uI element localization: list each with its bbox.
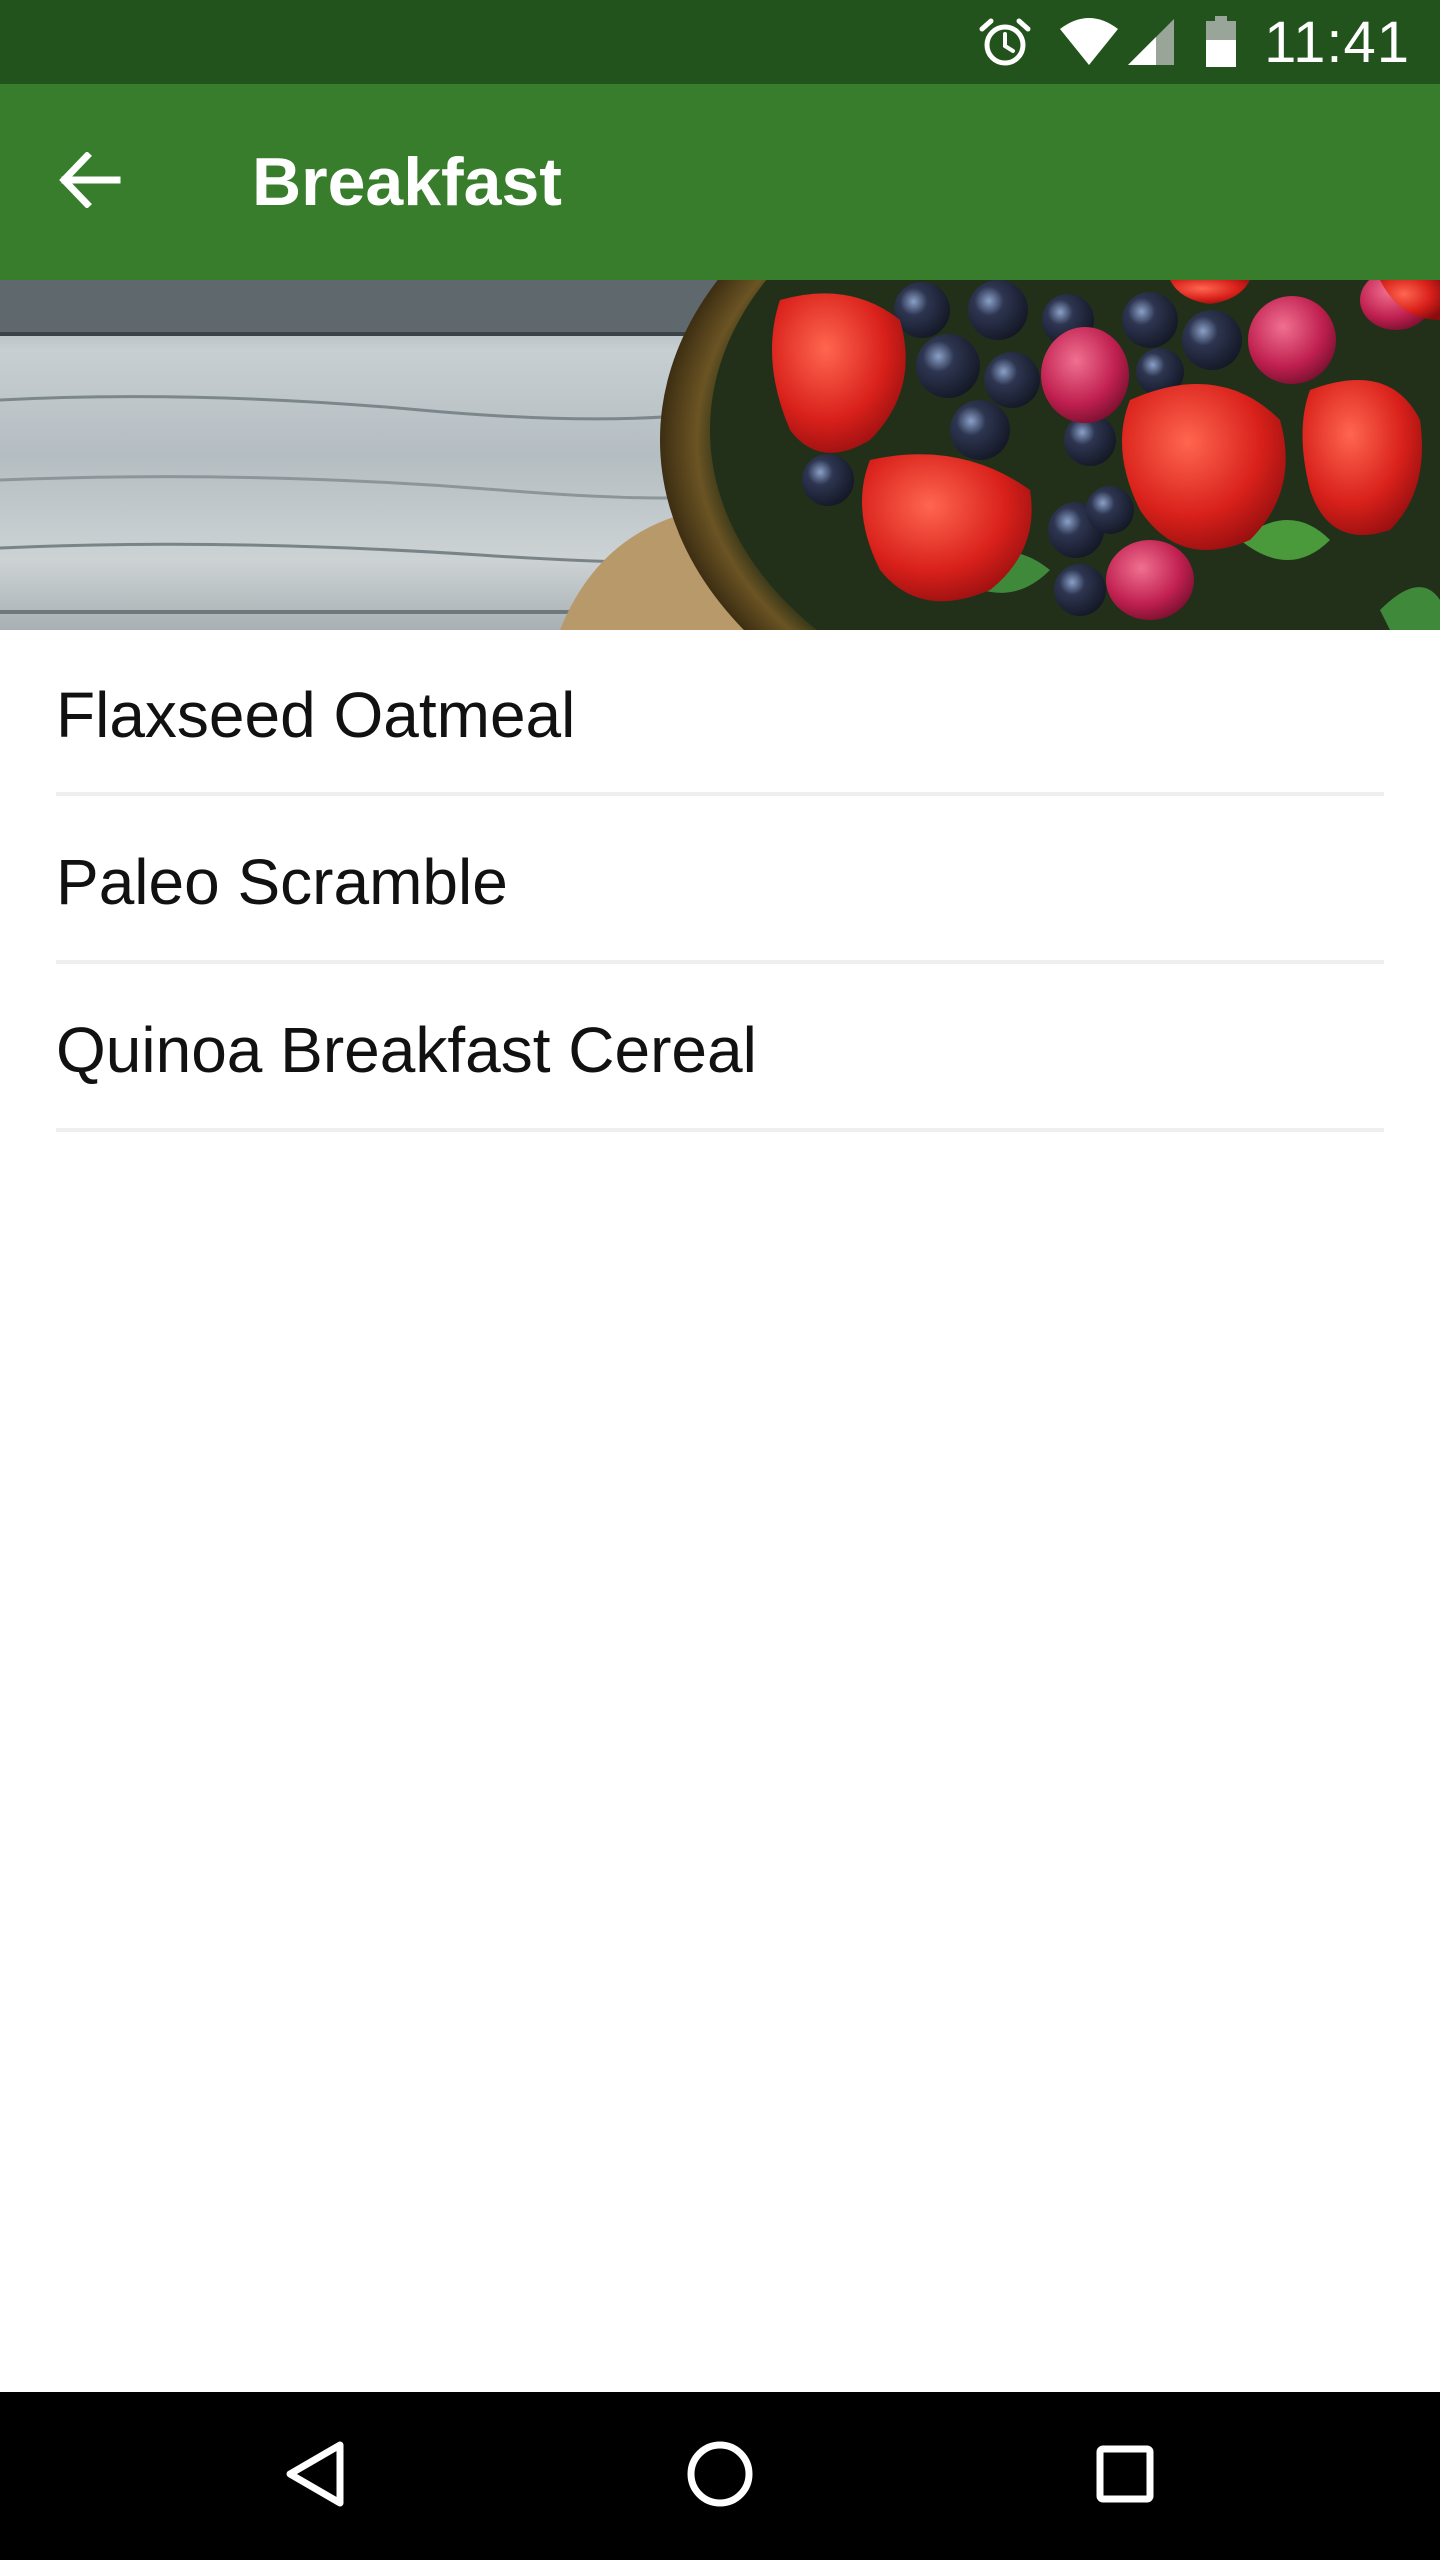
nav-recents-button[interactable]	[1075, 2426, 1175, 2526]
status-bar: 11:41	[0, 0, 1440, 84]
list-item-label: Paleo Scramble	[56, 846, 508, 918]
app-bar: Breakfast	[0, 84, 1440, 280]
alarm-icon	[978, 15, 1032, 69]
banner-image	[0, 280, 1440, 630]
list-item-label: Quinoa Breakfast Cereal	[56, 1014, 757, 1086]
status-time: 11:41	[1264, 9, 1410, 75]
back-button[interactable]	[50, 142, 130, 222]
recipe-list: Flaxseed Oatmeal Paleo Scramble Quinoa B…	[56, 630, 1384, 1132]
navigation-bar	[0, 2392, 1440, 2560]
list-item[interactable]: Flaxseed Oatmeal	[56, 630, 1384, 796]
nav-back-button[interactable]	[265, 2426, 365, 2526]
list-item-label: Flaxseed Oatmeal	[56, 679, 576, 751]
screen: 11:41 Breakfast Flaxseed Oatmeal Paleo S…	[0, 0, 1440, 2560]
wifi-icon	[1058, 17, 1120, 67]
back-triangle-icon	[282, 2439, 348, 2514]
cell-signal-icon	[1126, 17, 1176, 67]
status-icons: 11:41	[978, 0, 1410, 84]
battery-icon	[1204, 16, 1238, 68]
list-item[interactable]: Paleo Scramble	[56, 796, 1384, 964]
recents-square-icon	[1095, 2444, 1155, 2509]
home-circle-icon	[685, 2439, 755, 2514]
page-title: Breakfast	[252, 144, 562, 220]
list-item[interactable]: Quinoa Breakfast Cereal	[56, 964, 1384, 1132]
arrow-back-icon	[59, 150, 121, 213]
nav-home-button[interactable]	[670, 2426, 770, 2526]
